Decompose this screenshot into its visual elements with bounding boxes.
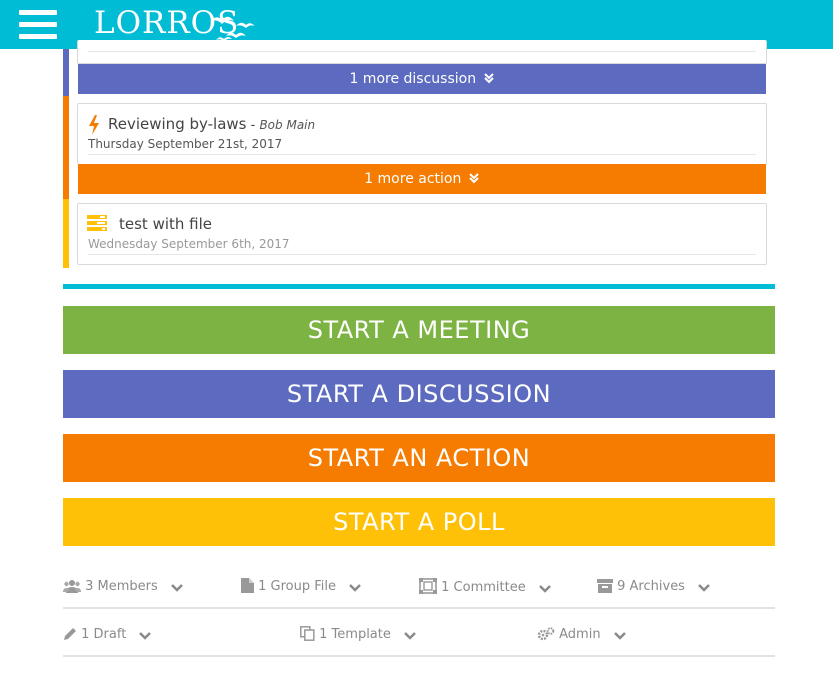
copy-icon — [300, 626, 315, 641]
draft-label: 1 Draft — [81, 627, 127, 642]
poll-date: Wednesday September 6th, 2017 — [88, 237, 290, 251]
action-color-bar — [63, 96, 69, 199]
file-icon — [241, 578, 254, 593]
group-file-dropdown[interactable]: 1 Group File — [241, 578, 362, 596]
chevron-down-icon — [139, 632, 152, 640]
poll-card[interactable]: test with file Wednesday September 6th, … — [77, 203, 767, 265]
lightning-bolt-icon — [89, 115, 99, 135]
start-action-button[interactable]: START AN ACTION — [63, 434, 775, 482]
hamburger-menu-icon[interactable] — [19, 10, 57, 40]
stats-divider — [63, 607, 775, 609]
pencil-icon — [64, 628, 76, 640]
chevron-down-icon — [538, 585, 551, 593]
chevron-down-icon — [349, 584, 362, 592]
admin-dropdown[interactable]: Admin — [537, 626, 627, 644]
start-meeting-button[interactable]: START A MEETING — [63, 306, 775, 354]
start-poll-button[interactable]: START A POLL — [63, 498, 775, 546]
more-action-button[interactable]: 1 more action — [78, 164, 766, 194]
more-discussion-label: 1 more discussion — [349, 71, 477, 87]
stats-divider — [63, 655, 775, 657]
chevron-down-icon — [698, 584, 710, 592]
action-author: Bob Main — [259, 118, 316, 132]
committee-label: 1 Committee — [441, 580, 526, 595]
action-title: Reviewing by-laws - Bob Main — [108, 115, 315, 133]
more-discussion-button[interactable]: 1 more discussion — [78, 64, 766, 94]
action-card[interactable]: Reviewing by-laws - Bob Main Thursday Se… — [77, 103, 767, 165]
committee-icon — [419, 578, 437, 594]
template-dropdown[interactable]: 1 Template — [300, 626, 417, 644]
members-label: 3 Members — [85, 579, 158, 594]
discussion-card[interactable] — [77, 40, 767, 64]
action-date: Thursday September 21st, 2017 — [88, 137, 283, 151]
archives-label: 9 Archives — [617, 579, 685, 594]
poll-bars-icon — [87, 215, 107, 231]
action-title-text: Reviewing by-laws — [108, 115, 247, 133]
chevron-down-icon — [171, 584, 183, 592]
archives-dropdown[interactable]: 9 Archives — [597, 578, 711, 596]
archive-box-icon — [597, 579, 613, 593]
more-action-label: 1 more action — [364, 171, 462, 187]
section-divider — [63, 284, 775, 289]
double-chevron-down-icon — [469, 173, 479, 184]
template-label: 1 Template — [319, 627, 391, 642]
members-dropdown[interactable]: 3 Members — [63, 578, 184, 596]
committee-dropdown[interactable]: 1 Committee — [419, 578, 552, 596]
draft-dropdown[interactable]: 1 Draft — [63, 626, 152, 644]
admin-label: Admin — [559, 627, 601, 642]
chevron-down-icon — [613, 632, 626, 640]
users-icon — [63, 580, 81, 593]
group-file-label: 1 Group File — [258, 579, 337, 594]
author-separator: - — [246, 118, 260, 133]
gears-icon — [537, 627, 555, 641]
discussion-color-bar — [63, 49, 69, 96]
double-chevron-down-icon — [483, 73, 494, 84]
start-discussion-button[interactable]: START A DISCUSSION — [63, 370, 775, 418]
poll-color-bar — [63, 199, 69, 268]
poll-title: test with file — [119, 215, 213, 233]
chevron-down-icon — [404, 632, 416, 640]
